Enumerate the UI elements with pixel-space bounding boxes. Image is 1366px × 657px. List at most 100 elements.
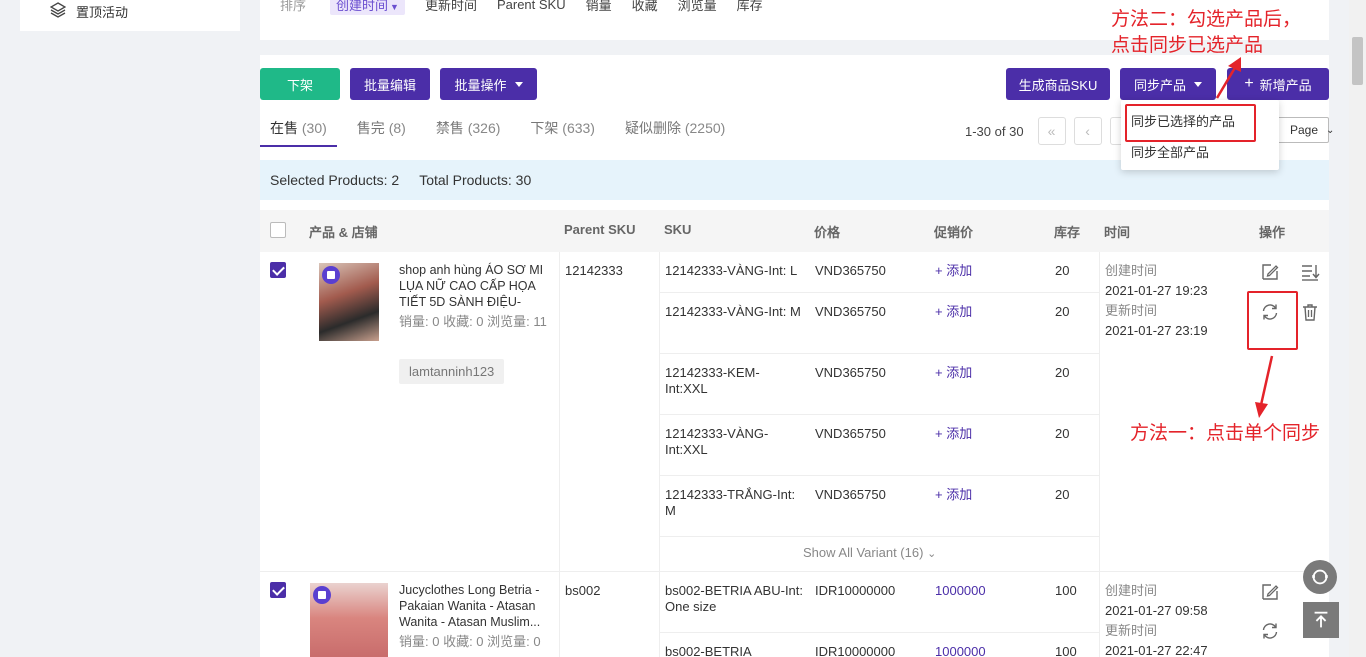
sidebar-item-pinned-activity[interactable]: 置顶活动 [49, 0, 129, 22]
row-checkbox[interactable] [270, 582, 286, 598]
table-header: 产品 & 店铺 Parent SKU SKU 价格 促销价 库存 时间 操作 [260, 210, 1329, 252]
first-page-icon[interactable]: « [1037, 117, 1066, 145]
select-all-checkbox[interactable] [270, 222, 286, 238]
tab-delisted[interactable]: 下架 (633) [520, 117, 605, 147]
plus-icon: + [1244, 75, 1254, 92]
shop-logo-icon [322, 266, 340, 284]
edit-icon[interactable] [1260, 262, 1280, 282]
generate-sku-button[interactable]: 生成商品SKU [1006, 68, 1110, 100]
promo-price[interactable]: 1000000 [935, 583, 986, 599]
per-page-select[interactable]: Page ⌄ [1275, 117, 1334, 143]
variant-stock: 20 [1055, 263, 1070, 278]
column-parent-sku: Parent SKU [564, 222, 636, 237]
menu-item-sync-all[interactable]: 同步全部产品 [1131, 142, 1209, 161]
parent-sku: 12142333 [565, 263, 623, 278]
chevron-down-icon: ⌄ [927, 548, 937, 560]
variant-price: VND365750 [815, 487, 886, 502]
sort-option-updated[interactable]: 更新时间 [425, 0, 477, 14]
variant-price: IDR10000000 [815, 583, 896, 598]
sync-products-button[interactable]: 同步产品 [1120, 68, 1216, 100]
scrollbar[interactable] [1349, 0, 1366, 657]
product-thumbnail[interactable] [319, 263, 379, 341]
column-promo-price: 促销价 [934, 225, 974, 240]
updated-time: 2021-01-27 23:19 [1105, 323, 1208, 338]
row-checkbox[interactable] [270, 262, 286, 278]
variant-sku: 12142333-TRẮNG-Int: M [665, 487, 796, 518]
variant-stock: 100 [1055, 583, 1077, 598]
product-title[interactable]: shop anh hùng ÁO SƠ MI LỤA NỮ CAO CẤP HỌ… [399, 262, 551, 310]
tab-suspected-deleted[interactable]: 疑似删除 (2250) [615, 117, 735, 147]
tab-banned[interactable]: 禁售 (326) [426, 117, 511, 147]
trash-icon[interactable] [1300, 302, 1320, 322]
tab-on-sale[interactable]: 在售 (30) [260, 117, 337, 147]
divider [1099, 572, 1100, 657]
product-stats: 销量: 0 收藏: 0 浏览量: 0 [399, 634, 541, 649]
divider [260, 571, 1329, 572]
chevron-down-icon [514, 81, 523, 87]
updated-time: 2021-01-27 22:47 [1105, 643, 1208, 657]
variant-stock: 20 [1055, 304, 1070, 319]
annotation-highlight-box [1247, 291, 1298, 350]
shop-logo-icon [313, 586, 331, 604]
pagination-range: 1-30 of 30 [965, 123, 1024, 139]
delist-button[interactable]: 下架 [260, 68, 340, 100]
variant-sku: bs002-BETRIA ABU-Int: One size [665, 583, 804, 614]
tab-sold-out[interactable]: 售完 (8) [347, 117, 416, 147]
show-all-variants-link[interactable]: Show All Variant (16) ⌄ [803, 545, 936, 560]
sort-option-favorites[interactable]: 收藏 [632, 0, 658, 14]
scrollbar-thumb[interactable] [1352, 37, 1363, 85]
sort-option-created[interactable]: 创建时间 ▼ [330, 0, 405, 15]
sort-option-sales[interactable]: 销量 [586, 0, 612, 14]
add-promo-link[interactable]: + 添加 [935, 304, 972, 320]
created-label: 创建时间 [1105, 583, 1158, 598]
variant-price: VND365750 [815, 365, 886, 380]
product-stats: 销量: 0 收藏: 0 浏览量: 11 [399, 314, 547, 329]
add-promo-link[interactable]: + 添加 [935, 263, 972, 279]
sync-icon[interactable] [1260, 621, 1280, 641]
updated-label: 更新时间 [1105, 303, 1158, 318]
shop-tag: lamtanninh123 [399, 359, 505, 384]
column-price: 价格 [814, 225, 841, 240]
add-product-button[interactable]: + 新增产品 [1227, 68, 1329, 100]
parent-sku: bs002 [565, 583, 601, 598]
sort-option-parent-sku[interactable]: Parent SKU [497, 0, 566, 12]
divider [660, 353, 1099, 354]
sort-option-stock[interactable]: 库存 [737, 0, 763, 14]
add-promo-link[interactable]: + 添加 [935, 426, 972, 442]
column-sku: SKU [664, 222, 692, 237]
bulk-edit-button[interactable]: 批量编辑 [350, 68, 430, 100]
divider [660, 414, 1099, 415]
product-title[interactable]: Jucyclothes Long Betria - Pakaian Wanita… [399, 582, 551, 630]
variant-sku: bs002-BETRIA [665, 644, 752, 657]
column-operations: 操作 [1259, 225, 1286, 240]
variant-sku: 12142333-KEM-Int:XXL [665, 365, 760, 396]
sort-option-views[interactable]: 浏览量 [678, 0, 717, 14]
customer-service-icon[interactable] [1303, 560, 1337, 594]
prev-page-icon[interactable]: ‹ [1073, 117, 1102, 145]
total-count: Total Products: 30 [419, 172, 532, 188]
sidebar-item-label: 置顶活动 [76, 4, 129, 20]
promo-price[interactable]: 1000000 [935, 644, 986, 657]
created-time: 2021-01-27 09:58 [1105, 603, 1208, 618]
updated-label: 更新时间 [1105, 623, 1158, 638]
divider [660, 632, 1099, 633]
created-time: 2021-01-27 19:23 [1105, 283, 1208, 298]
product-thumbnail[interactable] [310, 583, 388, 657]
sort-list-icon[interactable] [1300, 262, 1320, 282]
selected-count: Selected Products: 2 [270, 172, 400, 188]
back-to-top-icon[interactable] [1303, 602, 1339, 638]
column-stock: 库存 [1054, 225, 1081, 240]
add-promo-link[interactable]: + 添加 [935, 365, 972, 381]
divider [659, 252, 660, 572]
divider [659, 572, 660, 657]
bulk-operations-button[interactable]: 批量操作 [440, 68, 537, 100]
add-promo-link[interactable]: + 添加 [935, 487, 972, 503]
variant-sku: 12142333-VÀNG-Int: M [665, 304, 801, 319]
column-product: 产品 & 店铺 [309, 225, 378, 240]
chevron-down-icon [1194, 81, 1202, 87]
variant-stock: 20 [1055, 487, 1070, 502]
variant-price: VND365750 [815, 426, 886, 441]
divider [1099, 252, 1100, 572]
edit-icon[interactable] [1260, 582, 1280, 602]
variant-price: IDR10000000 [815, 644, 896, 657]
